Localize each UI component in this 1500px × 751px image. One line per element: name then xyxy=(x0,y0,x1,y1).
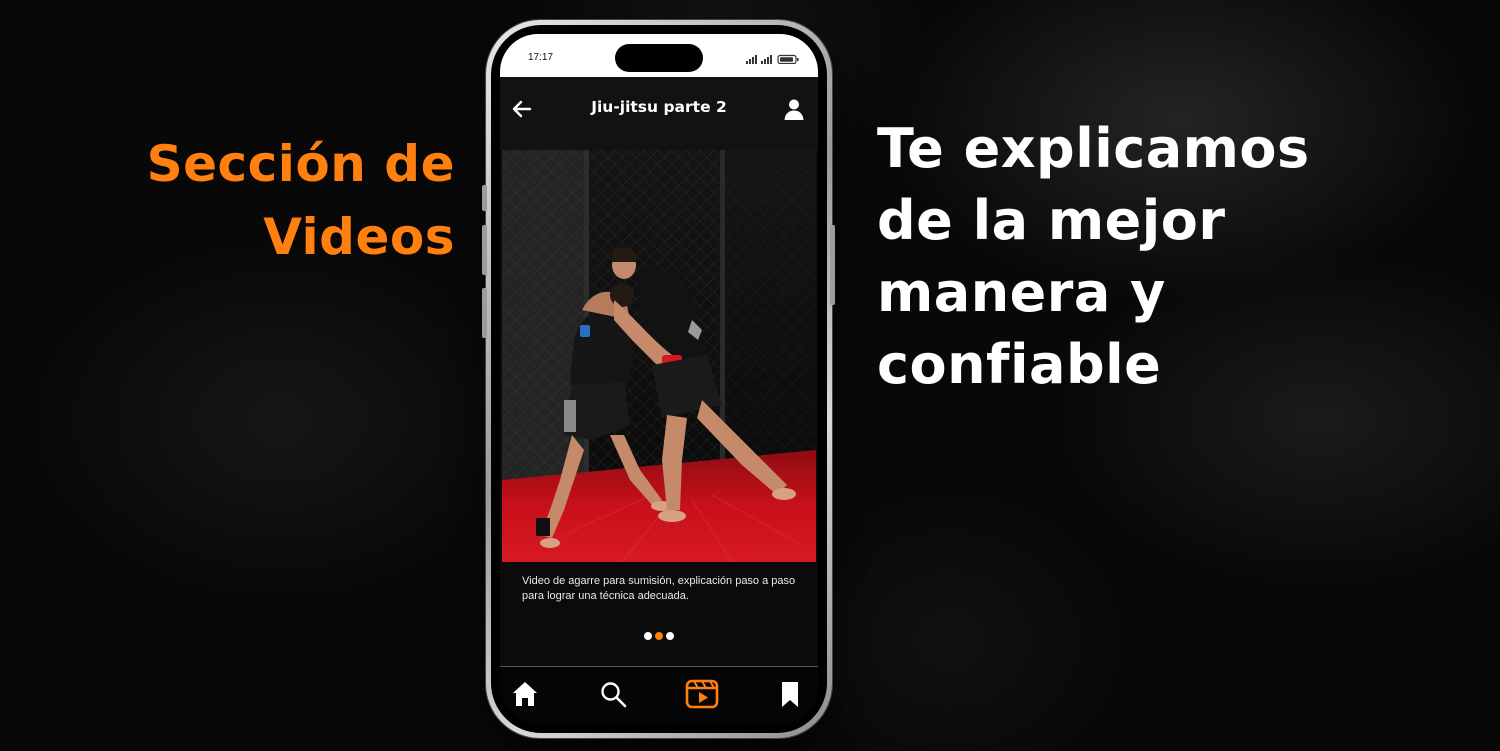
status-icons xyxy=(746,54,799,64)
video-player[interactable] xyxy=(502,150,816,562)
tagline-line-4: confiable xyxy=(877,333,1162,396)
tagline-line-1: Te explicamos xyxy=(877,117,1310,180)
app-header: Jiu-jitsu parte 2 xyxy=(500,77,818,150)
home-icon[interactable] xyxy=(510,679,540,709)
carousel-dot[interactable] xyxy=(666,632,674,640)
dynamic-island xyxy=(615,44,703,72)
signal-icon xyxy=(746,55,757,64)
profile-icon[interactable] xyxy=(782,97,806,121)
section-heading-line-1: Sección de xyxy=(146,135,455,193)
status-bar: 17:17 xyxy=(500,34,818,77)
tagline: Te explicamos de la mejor manera y confi… xyxy=(877,113,1437,401)
video-icon[interactable] xyxy=(685,678,719,710)
tagline-line-2: de la mejor xyxy=(877,189,1226,252)
phone-action-button xyxy=(482,185,487,211)
glove-blue xyxy=(580,325,590,337)
battery-icon xyxy=(777,54,799,64)
bookmark-icon[interactable] xyxy=(775,679,805,709)
phone-volume-down-button xyxy=(482,288,487,338)
video-caption: Video de agarre para sumisión, explicaci… xyxy=(522,575,796,602)
phone-power-button xyxy=(830,225,835,305)
carousel-indicator xyxy=(644,632,674,640)
tagline-line-3: manera y xyxy=(877,261,1166,324)
carousel-dot[interactable] xyxy=(644,632,652,640)
status-time: 17:17 xyxy=(528,52,554,63)
search-icon[interactable] xyxy=(598,679,628,709)
section-heading-line-2: Videos xyxy=(263,208,455,266)
phone-screen: 17:17 Jiu-jitsu parte 2 Video de agarre … xyxy=(500,34,818,724)
carousel-dot-active[interactable] xyxy=(655,632,663,640)
section-heading: Sección de Videos xyxy=(60,128,455,274)
screen-title: Jiu-jitsu parte 2 xyxy=(591,98,727,116)
signal-icon-2 xyxy=(761,55,772,64)
bottom-navigation xyxy=(500,667,818,724)
phone-volume-up-button xyxy=(482,225,487,275)
